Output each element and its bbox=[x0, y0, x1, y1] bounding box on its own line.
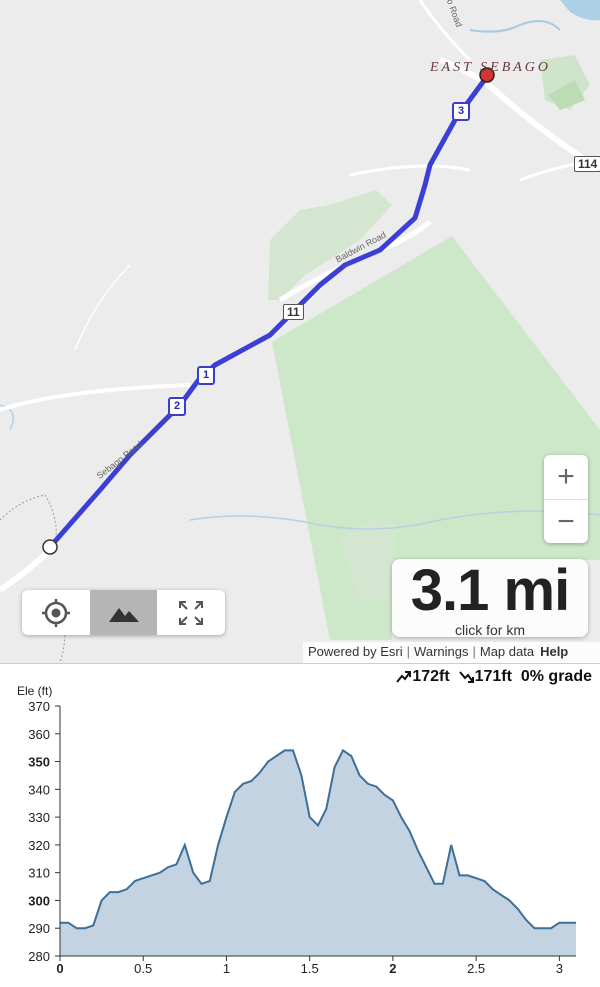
help-link[interactable]: Help bbox=[540, 644, 568, 659]
x-tick-label: 0.5 bbox=[134, 961, 152, 976]
zoom-out-button[interactable]: − bbox=[544, 499, 588, 544]
elevation-chart: Ele (ft) 2802903003103203303403503603700… bbox=[17, 684, 576, 976]
distance-panel[interactable]: 3.1 mi click for km bbox=[392, 559, 588, 637]
y-tick-label: 280 bbox=[28, 949, 50, 964]
route-shield-11: 11 bbox=[283, 304, 304, 320]
x-tick-label: 2.5 bbox=[467, 961, 485, 976]
x-tick-label: 2 bbox=[389, 961, 396, 976]
y-tick-label: 340 bbox=[28, 782, 50, 797]
distance-unit-toggle[interactable]: click for km bbox=[392, 623, 588, 637]
road bbox=[418, 0, 472, 62]
lake bbox=[560, 0, 600, 21]
mile-marker-1: 1 bbox=[197, 366, 215, 385]
fullscreen-button[interactable] bbox=[157, 590, 225, 635]
y-tick-label: 300 bbox=[28, 893, 50, 908]
distance-value: 3.1 mi bbox=[410, 558, 570, 623]
zoom-in-button[interactable]: + bbox=[544, 455, 588, 499]
road bbox=[0, 383, 191, 412]
zoom-control: + − bbox=[544, 455, 588, 543]
y-tick-label: 290 bbox=[28, 921, 50, 936]
place-label: EAST SEBAGO bbox=[430, 60, 552, 75]
y-tick-label: 310 bbox=[28, 866, 50, 881]
map-toolbar bbox=[22, 590, 225, 635]
map-data-link[interactable]: Map data bbox=[480, 644, 534, 659]
locate-button[interactable] bbox=[22, 590, 90, 635]
x-tick-label: 3 bbox=[556, 961, 563, 976]
y-tick-label: 360 bbox=[28, 727, 50, 742]
trail bbox=[74, 264, 131, 351]
route-shield-114: 114 bbox=[574, 156, 600, 172]
y-tick-label: 350 bbox=[28, 755, 50, 770]
map-view[interactable]: EAST SEBAGO o Road Sebago Road Baldwin R… bbox=[0, 0, 600, 663]
y-tick-label: 370 bbox=[28, 699, 50, 714]
start-marker bbox=[42, 539, 58, 555]
y-tick-label: 320 bbox=[28, 838, 50, 853]
x-tick-label: 1 bbox=[223, 961, 230, 976]
attribution-bar: Powered by Esri | Warnings | Map data Help bbox=[303, 642, 600, 663]
warnings-link[interactable]: Warnings bbox=[414, 644, 468, 659]
mountain-icon bbox=[108, 607, 139, 622]
terrain-button[interactable] bbox=[89, 590, 158, 635]
elevation-area bbox=[60, 750, 576, 956]
mile-marker-3: 3 bbox=[452, 102, 470, 121]
powered-by-link[interactable]: Powered by Esri bbox=[308, 644, 403, 659]
x-tick-label: 0 bbox=[56, 961, 63, 976]
stream bbox=[469, 20, 561, 33]
x-tick-label: 1.5 bbox=[301, 961, 319, 976]
y-tick-label: 330 bbox=[28, 810, 50, 825]
fullscreen-icon bbox=[179, 600, 204, 625]
trail bbox=[0, 494, 57, 546]
y-axis-label: Ele (ft) bbox=[17, 684, 52, 698]
road bbox=[349, 164, 471, 177]
locate-icon bbox=[41, 598, 70, 627]
mile-marker-2: 2 bbox=[168, 397, 186, 416]
